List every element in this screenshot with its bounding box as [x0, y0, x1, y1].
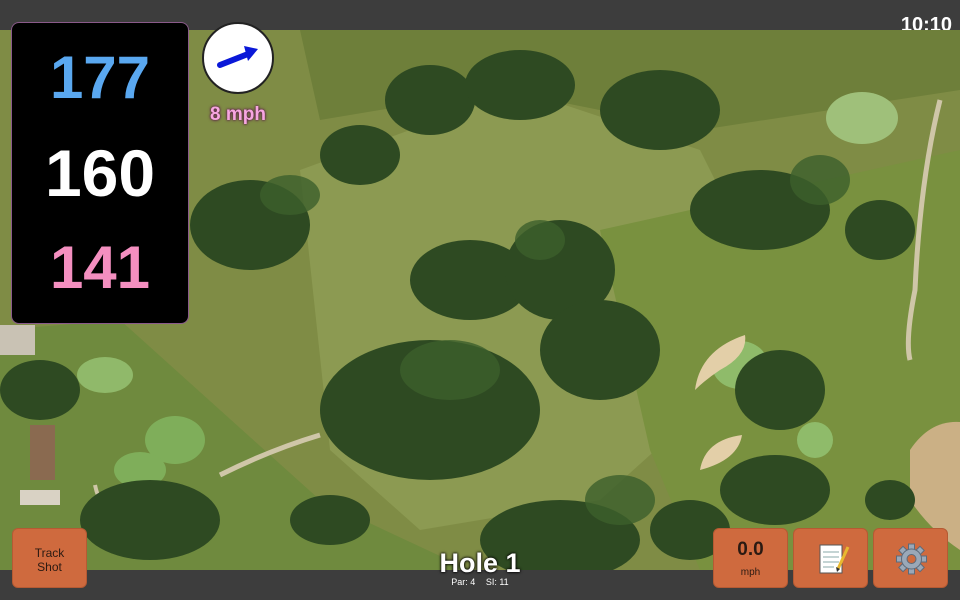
gear-icon — [896, 543, 927, 575]
hole-title: Hole 1 — [439, 548, 521, 578]
wind-speed: 8 mph — [210, 104, 266, 125]
hole-info: Par: 4 SI: 11 — [380, 577, 580, 587]
track-shot-button[interactable]: Track Shot — [12, 528, 87, 588]
back-distance: 177 — [49, 44, 151, 111]
notepad-icon — [819, 544, 850, 574]
speed-value: 0.0 — [737, 539, 764, 560]
si-label: SI: 11 — [485, 577, 509, 587]
distance-panel: 177 160 141 — [11, 22, 189, 324]
settings-button[interactable] — [873, 528, 948, 588]
arrow-right-icon — [217, 46, 258, 68]
middle-distance: 160 — [44, 136, 156, 210]
track-shot-label-line1: Track — [34, 546, 65, 560]
par-label: Par: 4 — [451, 577, 476, 587]
track-shot-label-line2: Shot — [37, 560, 62, 574]
wind-indicator — [202, 22, 274, 94]
speed-button[interactable]: 0.0 mph — [713, 528, 788, 588]
speed-unit: mph — [740, 567, 761, 578]
front-distance: 141 — [49, 234, 151, 301]
notes-button[interactable] — [793, 528, 868, 588]
